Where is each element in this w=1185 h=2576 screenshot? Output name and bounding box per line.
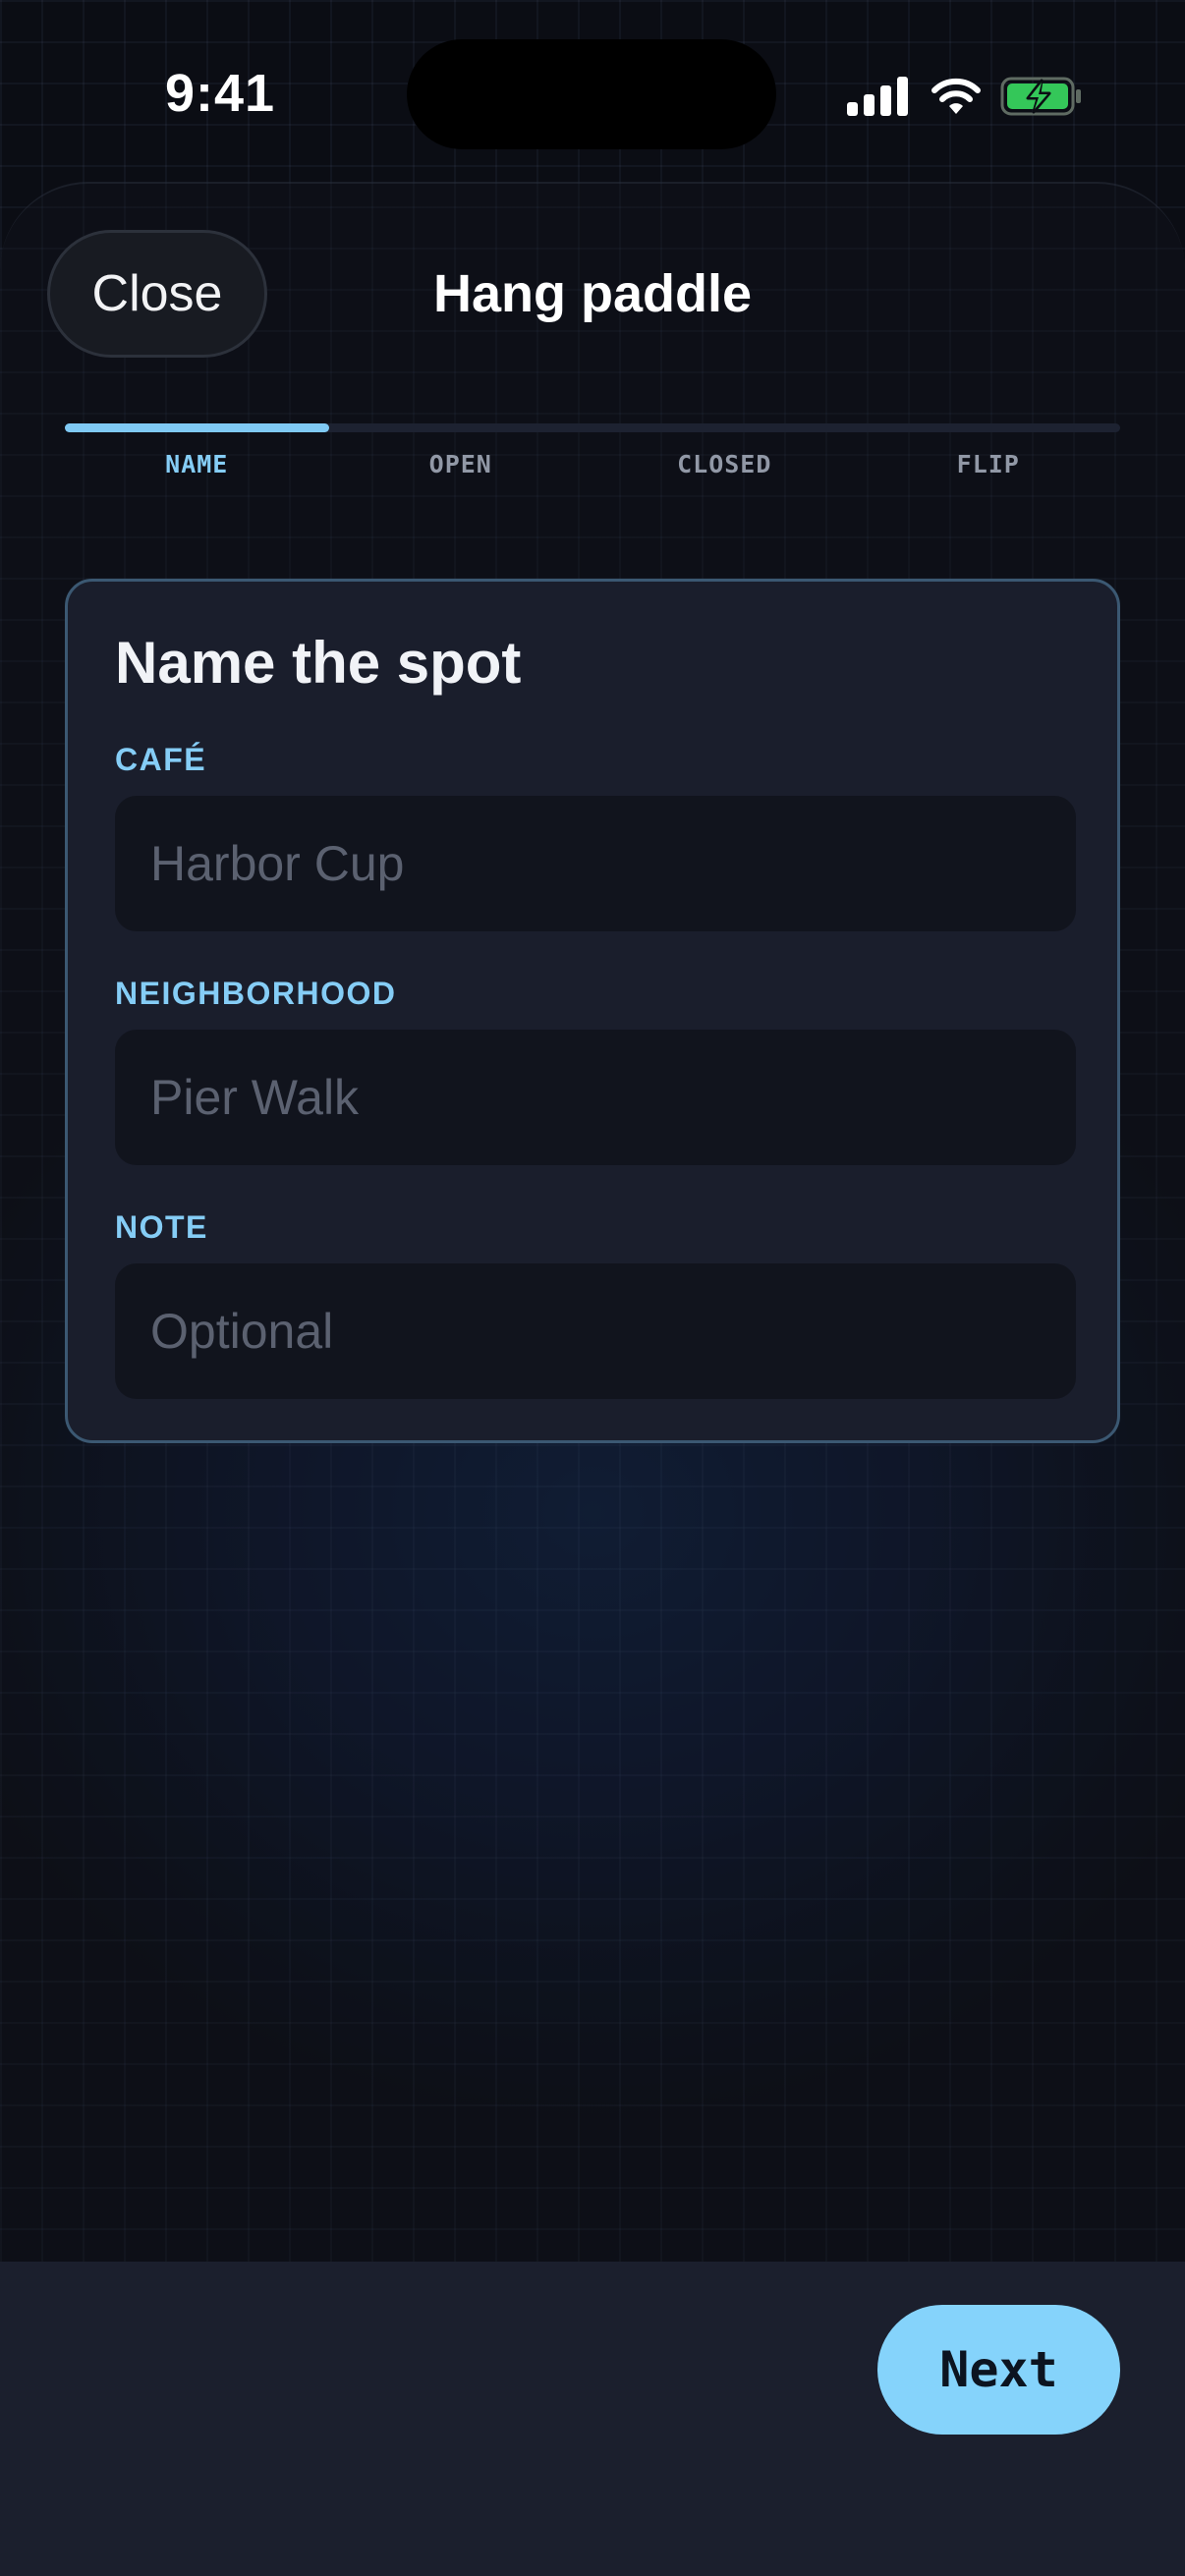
step-closed: CLOSED [677, 450, 772, 478]
cafe-input[interactable] [115, 796, 1076, 931]
status-time: 9:41 [165, 64, 276, 123]
sheet-title: Hang paddle [432, 264, 753, 323]
progress-track [65, 423, 1120, 432]
step-open: OPEN [428, 450, 492, 478]
note-input[interactable] [115, 1263, 1076, 1399]
progress-fill [65, 423, 329, 432]
cafe-label: CAFÉ [115, 742, 207, 777]
screen: 9:41 Close Hang paddle NAME OPEN CLOSED … [0, 0, 1185, 2576]
neighborhood-input[interactable] [115, 1030, 1076, 1165]
next-button[interactable]: Next [877, 2305, 1120, 2435]
battery-charging-icon [1000, 77, 1081, 116]
card-title: Name the spot [115, 630, 522, 696]
step-name: NAME [165, 450, 229, 478]
cellular-signal-icon [847, 77, 908, 116]
wifi-icon [931, 78, 981, 114]
form-card: Name the spot CAFÉ NEIGHBORHOOD NOTE [65, 579, 1120, 1443]
dynamic-island [407, 39, 776, 149]
status-bar: 9:41 [0, 0, 1185, 187]
note-label: NOTE [115, 1209, 208, 1245]
step-labels: NAME OPEN CLOSED FLIP [65, 450, 1120, 489]
neighborhood-label: NEIGHBORHOOD [115, 976, 397, 1011]
step-flip: FLIP [956, 450, 1020, 478]
